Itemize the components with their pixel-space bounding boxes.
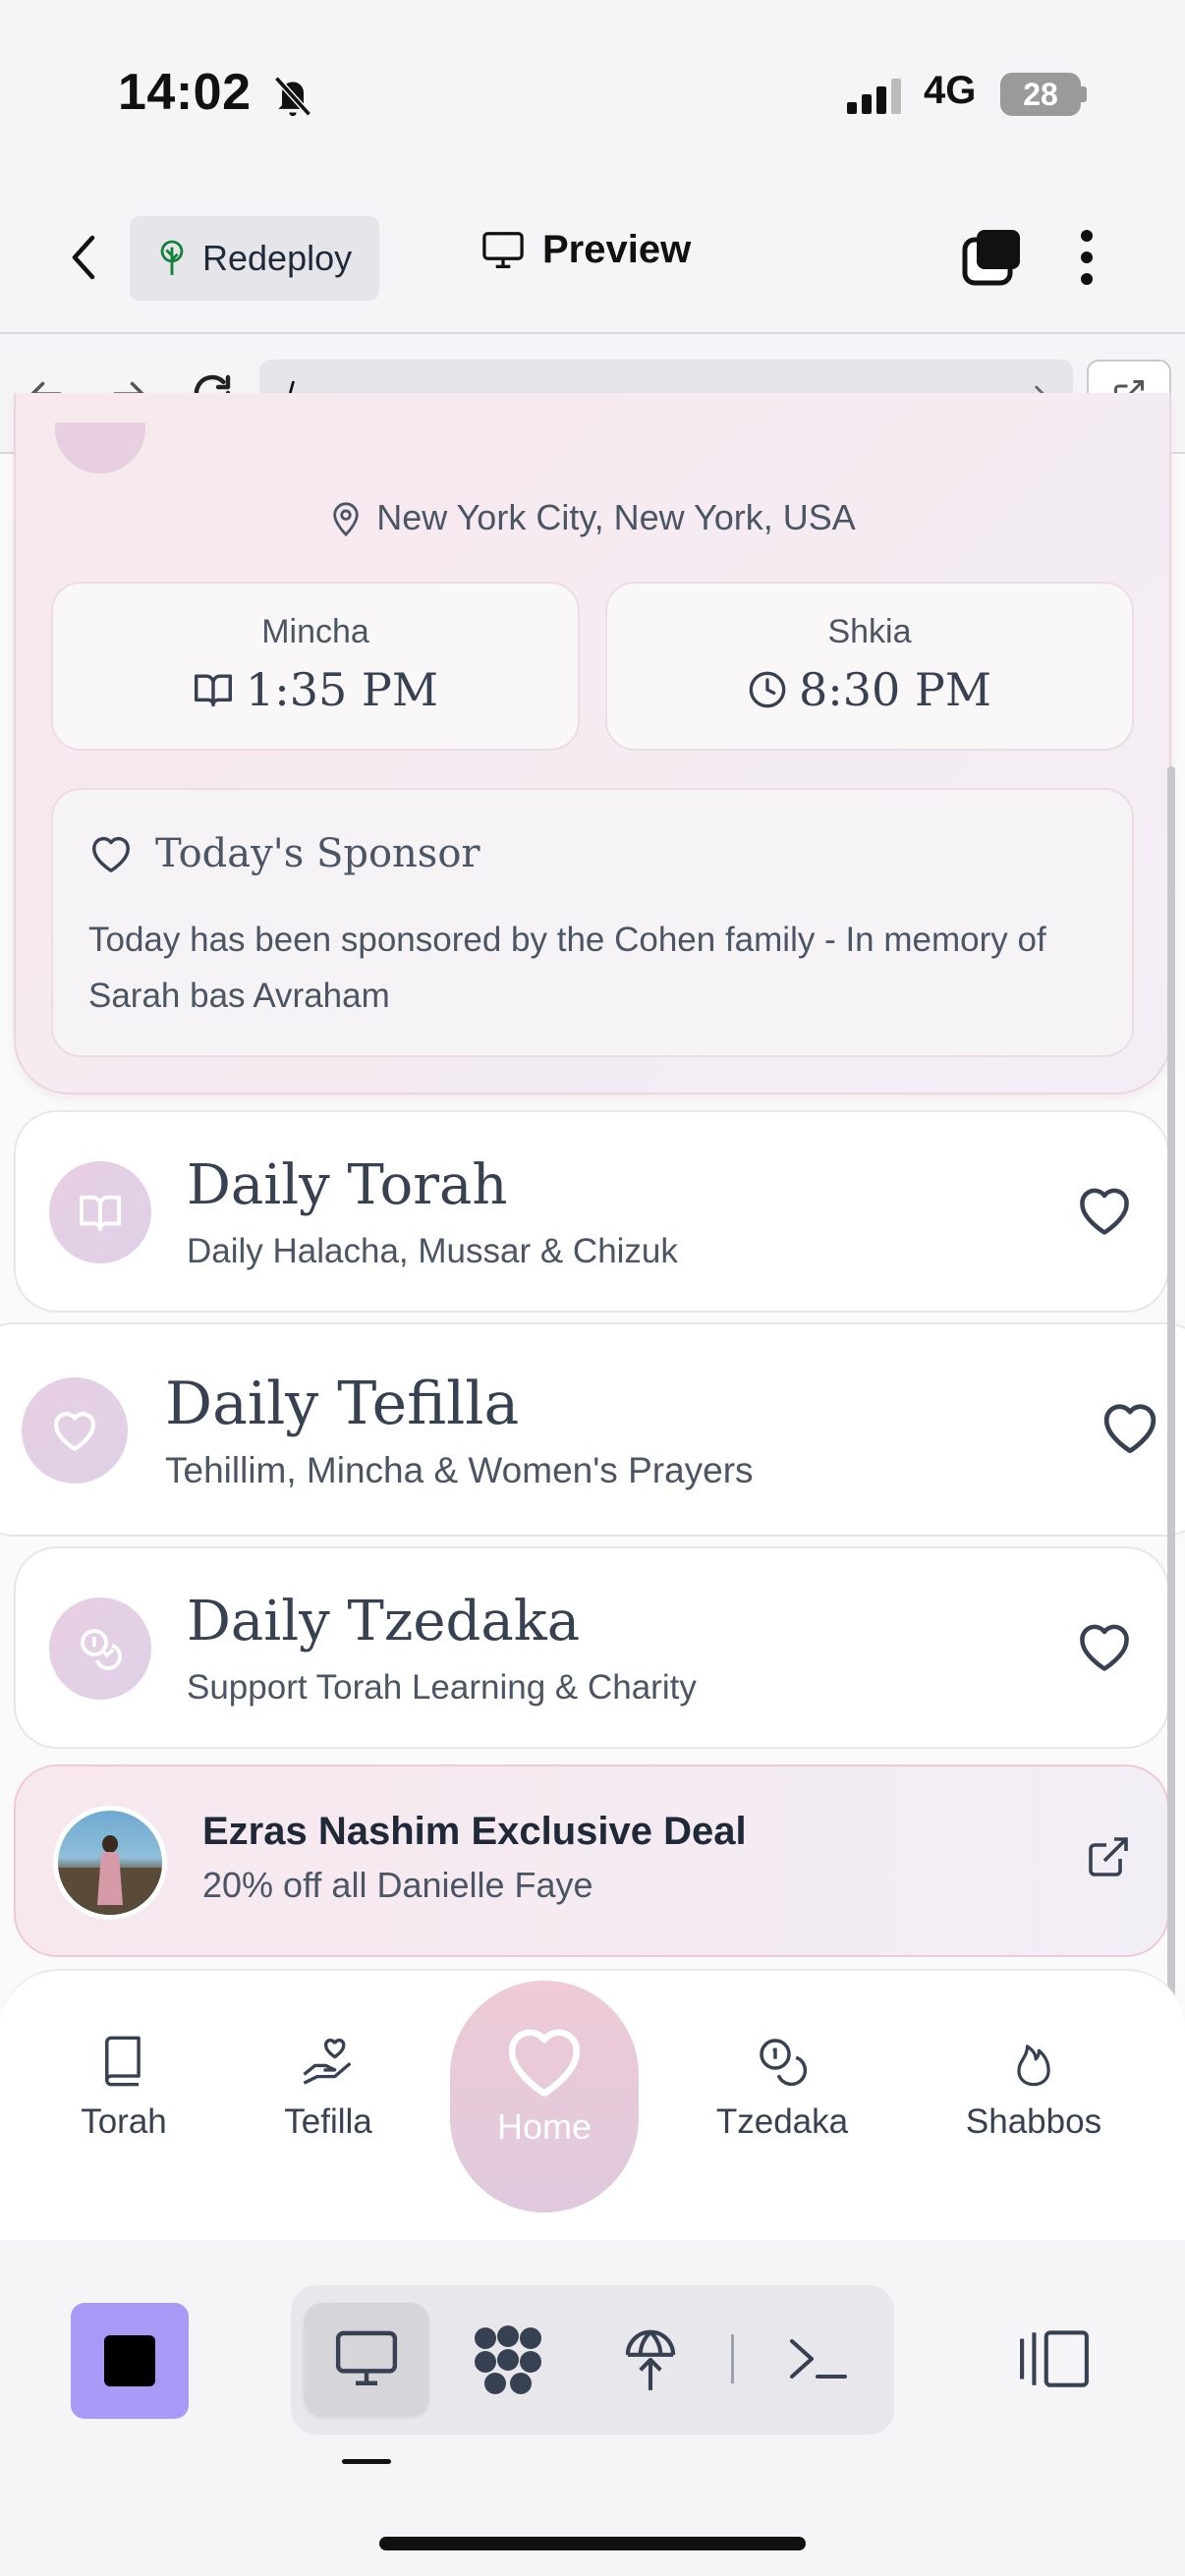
monitor-icon	[482, 231, 524, 268]
split-view-icon[interactable]	[1018, 2328, 1091, 2394]
mincha-time: 1:35 PM	[246, 663, 438, 716]
favorite-heart-icon[interactable]	[1099, 1399, 1161, 1461]
sponsor-title-text: Today's Sponsor	[155, 831, 480, 876]
coins-icon	[49, 1597, 151, 1700]
nav-torah[interactable]: Torah	[35, 2034, 212, 2142]
sponsor-text: Today has been sponsored by the Cohen fa…	[88, 921, 1046, 1015]
sponsor-title: Today's Sponsor	[88, 831, 480, 876]
terminal-icon[interactable]	[786, 2332, 849, 2390]
shkia-time: 8:30 PM	[799, 663, 991, 716]
nav-tefilla[interactable]: Tefilla	[240, 2034, 417, 2142]
book-open-icon	[195, 674, 232, 707]
mincha-time-box: Mincha 1:35 PM	[51, 582, 580, 751]
book-icon	[105, 2036, 141, 2087]
daily-torah-title: Daily Torah	[187, 1153, 508, 1217]
redeploy-button[interactable]: Redeploy	[130, 216, 379, 301]
stop-button[interactable]	[71, 2303, 189, 2419]
shkia-time-box: Shkia 8:30 PM	[605, 582, 1134, 751]
coins-icon	[760, 2039, 808, 2087]
monitor-icon	[334, 2328, 399, 2394]
preview-tab[interactable]: Preview	[481, 228, 691, 272]
daily-tzedaka-subtitle: Support Torah Learning & Charity	[187, 1668, 697, 1707]
nav-torah-label: Torah	[81, 2102, 167, 2141]
chevron-left-icon	[72, 235, 95, 280]
heart-icon	[508, 2029, 581, 2097]
tree-icon	[160, 240, 184, 275]
deploy-globe-icon[interactable]	[619, 2324, 682, 2400]
home-indicator[interactable]	[379, 2537, 806, 2550]
page-scrollbar[interactable]	[1167, 766, 1175, 2004]
tabs-switcher-icon[interactable]	[961, 228, 1022, 292]
heart-icon	[92, 836, 130, 872]
battery-tip	[1081, 86, 1087, 102]
map-pin-icon	[333, 502, 359, 537]
redeploy-label: Redeploy	[202, 238, 353, 278]
active-tool-indicator	[342, 2459, 391, 2464]
nav-tzedaka-label: Tzedaka	[715, 2102, 849, 2141]
external-link-icon[interactable]	[1085, 1833, 1132, 1885]
nav-tefilla-label: Tefilla	[284, 2102, 372, 2141]
workflows-icon[interactable]	[472, 2324, 544, 2400]
heart-icon	[22, 1377, 128, 1484]
nav-tzedaka[interactable]: Tzedaka	[694, 2034, 871, 2142]
shkia-label: Shkia	[827, 613, 912, 650]
mincha-label: Mincha	[261, 613, 369, 650]
daily-tefilla-subtitle: Tehillim, Mincha & Women's Prayers	[165, 1450, 754, 1490]
nav-home-label: Home	[496, 2106, 592, 2147]
hand-heart-icon	[303, 2039, 352, 2085]
favorite-heart-icon[interactable]	[1075, 1619, 1134, 1679]
deal-title: Ezras Nashim Exclusive Deal	[202, 1810, 747, 1853]
daily-tefilla-title: Daily Tefilla	[165, 1370, 520, 1438]
deal-photo	[53, 1806, 167, 1920]
bell-off-icon	[271, 73, 314, 125]
location-line: New York City, New York, USA	[0, 497, 1185, 538]
nav-shabbos-label: Shabbos	[965, 2102, 1102, 2141]
location-text: New York City, New York, USA	[376, 497, 856, 537]
signal-icon	[847, 79, 906, 119]
daily-tzedaka-title: Daily Tzedaka	[187, 1590, 581, 1653]
preview-label: Preview	[542, 228, 692, 271]
nav-home[interactable]: Home	[450, 1981, 639, 2212]
battery-indicator: 28	[1000, 73, 1081, 116]
clock-icon	[749, 671, 786, 708]
daily-torah-subtitle: Daily Halacha, Mussar & Chizuk	[187, 1232, 678, 1270]
nav-shabbos[interactable]: Shabbos	[945, 2034, 1122, 2142]
flame-icon	[1017, 2044, 1050, 2087]
toolbar-divider	[731, 2334, 734, 2383]
back-button[interactable]	[59, 228, 108, 287]
network-label: 4G	[924, 69, 977, 112]
deal-subtitle: 20% off all Danielle Faye	[202, 1865, 593, 1905]
stop-icon	[104, 2335, 155, 2386]
favorite-heart-icon[interactable]	[1075, 1183, 1134, 1243]
more-vertical-icon[interactable]	[1079, 228, 1095, 292]
book-open-icon	[49, 1161, 151, 1263]
exclusive-deal-card[interactable]	[14, 1764, 1169, 1957]
status-time: 14:02	[118, 64, 252, 121]
